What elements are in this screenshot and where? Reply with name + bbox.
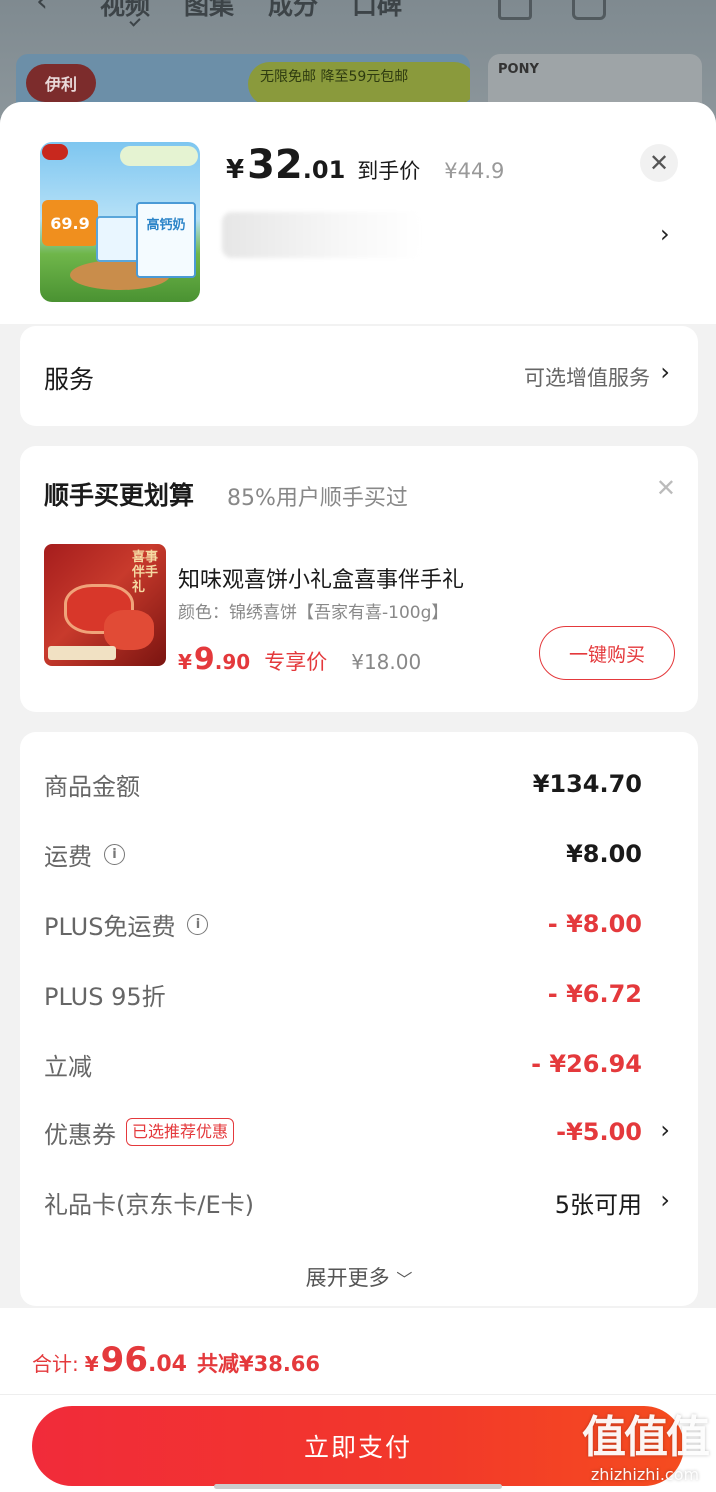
order-summary-card: 商品金额 ¥134.70 运费 i ¥8.00 PLUS免运费 i - ¥8.0… [20,732,698,1306]
purchase-sheet: 69.9 高钙奶 ¥ 32 .01 到手价 ¥44.9 ✕ › 服务 可选增值服… [0,102,716,1492]
home-indicator[interactable] [214,1484,502,1489]
price-line: ¥ 32 .01 到手价 ¥44.9 [226,142,504,188]
close-button[interactable]: ✕ [640,144,678,182]
row-label: 运费 [44,842,92,871]
addon-subtitle: 85%用户顺手买过 [227,486,408,511]
row-label-wrap: 优惠券 已选推荐优惠 [44,1115,235,1150]
total-saved: 共减¥38.66 [196,1352,321,1376]
close-icon[interactable]: ✕ [656,474,676,502]
row-label-wrap: 运费 i [44,837,125,872]
thumb-box: 高钙奶 [136,202,196,278]
summary-row-subtotal: 商品金额 ¥134.70 [44,764,642,804]
addon-product-name[interactable]: 知味观喜饼小礼盒喜事伴手礼 [178,562,464,594]
addon-product-spec: 颜色：锦绣喜饼【吾家有喜-100g】 [178,603,449,623]
service-title: 服务 [44,365,95,394]
row-label-wrap: PLUS免运费 i [44,907,209,942]
row-label: PLUS 95折 [44,982,166,1011]
coupon-badge: 已选推荐优惠 [126,1118,235,1146]
chevron-right-icon: › [660,358,670,386]
chevron-down-icon: ﹀ [396,1270,413,1289]
price-tag: 到手价 [357,159,421,183]
original-price: ¥44.9 [444,159,505,183]
background-tab: 成分 [268,0,319,20]
addon-card: 顺手买更划算 85%用户顺手买过 ✕ 喜事伴手礼 知味观喜饼小礼盒喜事伴手礼 颜… [20,446,698,712]
price-integer: 32 [247,142,303,188]
total-integer: 96 [100,1340,148,1380]
row-value: -¥5.00 [556,1118,642,1146]
addon-original-price: ¥18.00 [351,650,422,674]
product-thumbnail[interactable]: 69.9 高钙奶 [40,142,200,302]
background-tab: 视频 [100,0,151,20]
background-tabs: 视频 图集 成分 口碑 [100,0,402,22]
expand-more-button[interactable]: 展开更多 ﹀ [20,1262,698,1292]
more-icon [644,0,678,20]
row-label: 立减 [44,1052,92,1081]
watermark: 值值值 zhizhizhi.com [582,1401,710,1484]
addon-product-image[interactable]: 喜事伴手礼 [44,544,166,666]
row-label: 商品金额 [44,772,140,801]
background-tab: 图集 [184,0,235,20]
product-header: 69.9 高钙奶 ¥ 32 .01 到手价 ¥44.9 ✕ › [0,102,716,324]
brand-mark-icon [42,144,68,160]
thumb-price-badge: 69.9 [42,200,98,246]
summary-row-instant-discount: 立减 - ¥26.94 [44,1044,642,1084]
spec-selector[interactable] [222,212,422,258]
price-symbol: ¥ [226,155,245,185]
row-label: 礼品卡(京东卡/E卡) [44,1190,254,1219]
divider [0,1394,716,1395]
addon-price-symbol: ¥ [178,650,192,674]
summary-row-plus-discount: PLUS 95折 - ¥6.72 [44,974,642,1014]
total-symbol: ¥ [84,1352,99,1376]
watermark-url: zhizhizhi.com [590,1465,700,1484]
one-click-buy-button[interactable]: 一键购买 [539,626,675,680]
watermark-logo: 值值值 [582,1412,710,1463]
background-banner-text: 无限免邮 降至59元包邮 [248,62,470,106]
star-icon [498,0,532,20]
back-icon: ‹ [36,0,48,19]
share-icon [572,0,606,20]
summary-row-coupon[interactable]: 优惠券 已选推荐优惠 -¥5.00 [44,1112,642,1152]
row-value: - ¥8.00 [547,910,642,938]
cake-shape [104,610,154,650]
service-card[interactable]: 服务 可选增值服务 › [20,326,698,426]
row-value: 5张可用 [554,1190,642,1219]
addon-title: 顺手买更划算 [44,481,195,510]
row-value: ¥8.00 [566,840,642,868]
chevron-right-icon[interactable]: › [660,1186,670,1214]
addon-price-label: 专享价 [264,650,328,674]
row-value: - ¥6.72 [547,980,642,1008]
brand-logo: 伊利 [26,64,96,102]
close-icon: ✕ [648,149,670,177]
addon-price-integer: 9 [193,642,215,677]
total-label: 合计: [32,1352,79,1376]
info-icon[interactable]: i [187,913,209,935]
background-tab: 口碑 [352,0,403,20]
row-label: 优惠券 [44,1120,116,1149]
summary-row-gift-card[interactable]: 礼品卡(京东卡/E卡) 5张可用 [44,1182,642,1222]
row-value: - ¥26.94 [531,1050,642,1078]
info-icon[interactable]: i [104,843,125,865]
summary-row-shipping: 运费 i ¥8.00 [44,834,642,874]
image-badge [48,646,116,660]
addon-price-line: ¥ 9 .90 专享价 ¥18.00 [178,642,421,677]
row-value: ¥134.70 [532,770,642,798]
chevron-right-icon[interactable]: › [660,220,670,248]
chevron-right-icon[interactable]: › [660,1116,670,1144]
summary-row-plus-free-shipping: PLUS免运费 i - ¥8.00 [44,904,642,944]
service-value: 可选增值服务 [524,366,650,390]
image-caption: 喜事伴手礼 [132,550,159,595]
total-decimal: .04 [148,1352,187,1377]
expand-more-label: 展开更多 [305,1266,390,1290]
addon-price-decimal: .90 [214,650,251,674]
price-decimal: .01 [302,156,346,184]
thumb-banner [120,146,198,166]
checkout-bar: 合计: ¥ 96 .04 共减¥38.66 立即支付 值值值 zhizhizhi… [0,1308,716,1492]
row-label: PLUS免运费 [44,912,176,941]
total-line: 合计: ¥ 96 .04 共减¥38.66 [32,1340,320,1380]
